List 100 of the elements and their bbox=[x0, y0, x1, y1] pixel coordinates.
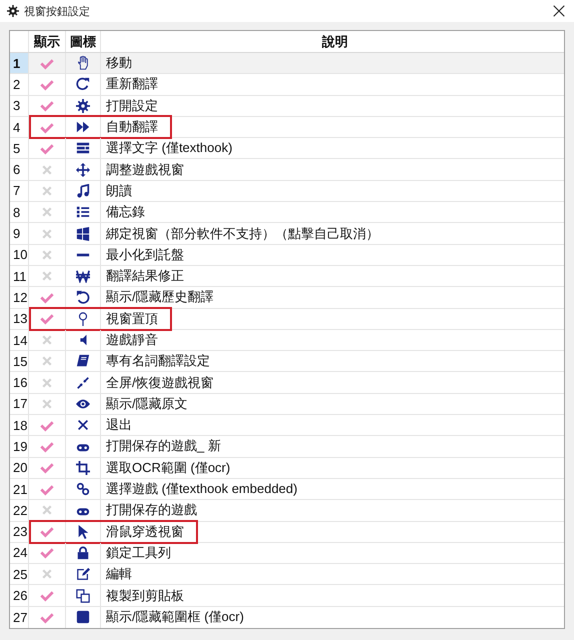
row-number[interactable]: 19 bbox=[10, 436, 29, 457]
description-text: 自動翻譯 bbox=[106, 118, 158, 136]
row-number[interactable]: 20 bbox=[10, 458, 29, 478]
checkmark-icon[interactable] bbox=[39, 120, 55, 134]
cross-icon[interactable] bbox=[41, 568, 53, 580]
cross-icon[interactable] bbox=[41, 228, 53, 240]
description-text: 備忘錄 bbox=[106, 203, 145, 222]
checkmark-icon[interactable] bbox=[39, 610, 55, 624]
description-text: 打開設定 bbox=[106, 96, 158, 115]
row-number[interactable]: 24 bbox=[10, 542, 29, 564]
checkmark-icon[interactable] bbox=[39, 99, 55, 112]
row-number[interactable]: 27 bbox=[10, 606, 29, 628]
row-number[interactable]: 3 bbox=[10, 96, 29, 116]
row-number[interactable]: 2 bbox=[10, 74, 29, 95]
description-text: 顯示/隱藏範圍框 (僅ocr) bbox=[106, 608, 244, 626]
row-number[interactable]: 5 bbox=[10, 138, 29, 158]
cross-icon[interactable] bbox=[41, 398, 53, 410]
row-number[interactable]: 15 bbox=[10, 351, 29, 372]
description-text: 顯示/隱藏原文 bbox=[106, 394, 188, 413]
checkmark-icon[interactable] bbox=[39, 589, 55, 602]
description-text: 視窗置頂 bbox=[106, 310, 158, 328]
cross-icon[interactable] bbox=[41, 206, 53, 218]
row-number[interactable]: 9 bbox=[10, 223, 29, 244]
cross-icon[interactable] bbox=[41, 504, 53, 516]
column-header[interactable]: 顯示 bbox=[29, 31, 66, 52]
pin-icon bbox=[76, 312, 90, 326]
checkmark-icon[interactable] bbox=[39, 290, 55, 304]
row-number[interactable]: 11 bbox=[10, 266, 29, 286]
checkmark-icon[interactable] bbox=[39, 418, 55, 432]
row-number[interactable]: 23 bbox=[10, 522, 29, 542]
checkmark-icon[interactable] bbox=[39, 461, 55, 474]
eye-icon bbox=[76, 396, 90, 411]
windows-icon bbox=[76, 226, 90, 241]
description-text: 重新翻譯 bbox=[106, 75, 158, 94]
checkmark-icon[interactable] bbox=[39, 546, 55, 560]
gear-icon bbox=[76, 98, 90, 113]
row-number[interactable]: 6 bbox=[10, 159, 29, 180]
row-number[interactable]: 16 bbox=[10, 372, 29, 393]
row-number[interactable]: 21 bbox=[10, 478, 29, 500]
row-number[interactable]: 1 bbox=[10, 53, 29, 74]
gear-icon bbox=[7, 5, 19, 17]
row-number[interactable]: 10 bbox=[10, 244, 29, 265]
description-text: 翻譯結果修正 bbox=[106, 267, 184, 286]
hand-icon bbox=[76, 56, 90, 70]
move-icon bbox=[76, 162, 90, 177]
won-sign-icon bbox=[76, 269, 90, 284]
row-number[interactable]: 12 bbox=[10, 287, 29, 308]
row-number[interactable]: 22 bbox=[10, 500, 29, 521]
row-number[interactable]: 18 bbox=[10, 415, 29, 436]
edit-icon bbox=[76, 567, 90, 582]
checkmark-icon[interactable] bbox=[39, 142, 55, 155]
row-number[interactable]: 14 bbox=[10, 330, 29, 350]
checkmark-icon[interactable] bbox=[39, 440, 55, 453]
cursor-icon bbox=[76, 524, 90, 539]
cross-icon[interactable] bbox=[41, 248, 53, 261]
description-text: 專有名詞翻譯設定 bbox=[106, 352, 210, 370]
description-text: 綁定視窗（部分軟件不支持）（點擊自己取消） bbox=[106, 224, 379, 243]
cross-icon[interactable] bbox=[41, 164, 53, 176]
row-number[interactable]: 13 bbox=[10, 308, 29, 329]
checkmark-icon[interactable] bbox=[39, 78, 55, 91]
description-text: 退出 bbox=[106, 416, 132, 434]
row-number[interactable]: 4 bbox=[10, 116, 29, 138]
text-lines-icon bbox=[76, 141, 90, 156]
description-text: 朗讀 bbox=[106, 182, 132, 200]
cross-icon[interactable] bbox=[41, 355, 53, 368]
close-icon[interactable] bbox=[552, 4, 566, 18]
crop-icon bbox=[76, 460, 90, 475]
description-text: 選擇遊戲 (僅texthook embedded) bbox=[106, 480, 298, 498]
description-text: 移動 bbox=[106, 54, 132, 72]
cross-icon[interactable] bbox=[41, 270, 53, 282]
description-text: 鎖定工具列 bbox=[106, 544, 171, 562]
checkmark-icon[interactable] bbox=[39, 56, 55, 70]
row-number[interactable]: 17 bbox=[10, 394, 29, 414]
checkmark-icon[interactable] bbox=[39, 525, 55, 538]
column-header[interactable]: 圖標 bbox=[66, 31, 101, 52]
compress-icon bbox=[76, 376, 90, 390]
cross-icon[interactable] bbox=[41, 376, 53, 389]
row-number[interactable]: 8 bbox=[10, 202, 29, 222]
description-text: 打開保存的遊戲 bbox=[106, 501, 197, 520]
fast-forward-icon bbox=[76, 120, 90, 134]
description-text: 編輯 bbox=[106, 565, 132, 584]
link-icon bbox=[76, 482, 90, 496]
square-icon bbox=[76, 610, 90, 624]
column-header[interactable]: 說明 bbox=[101, 31, 564, 52]
checkmark-icon[interactable] bbox=[39, 312, 55, 326]
row-number[interactable]: 25 bbox=[10, 564, 29, 584]
checkmark-icon[interactable] bbox=[39, 482, 55, 496]
row-number[interactable]: 26 bbox=[10, 585, 29, 606]
music-note-icon bbox=[76, 184, 90, 198]
copy-icon bbox=[76, 588, 90, 603]
row-number[interactable]: 7 bbox=[10, 180, 29, 202]
book-icon bbox=[76, 354, 90, 368]
window-title: 視窗按鈕設定 bbox=[24, 4, 90, 18]
description-text: 滑鼠穿透視窗 bbox=[106, 522, 184, 541]
description-text: 打開保存的遊戲_ 新 bbox=[106, 437, 221, 456]
description-text: 全屏/恢復遊戲視窗 bbox=[106, 374, 214, 392]
lock-icon bbox=[76, 546, 90, 560]
cross-icon[interactable] bbox=[41, 184, 53, 197]
cross-icon[interactable] bbox=[41, 334, 53, 346]
description-text: 遊戲靜音 bbox=[106, 331, 158, 349]
